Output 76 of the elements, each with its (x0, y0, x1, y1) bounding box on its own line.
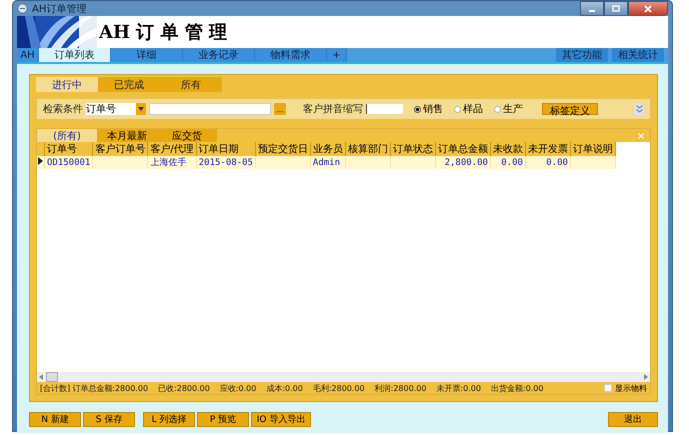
expand-button[interactable] (634, 103, 644, 115)
tab[interactable]: 本月最新 (97, 129, 157, 142)
tab[interactable]: 进行中 (36, 77, 98, 92)
search-field[interactable] (149, 103, 271, 115)
minimize-button[interactable] (580, 1, 604, 16)
caret-icon (138, 107, 144, 111)
action-button[interactable]: L 列选择 (143, 412, 195, 427)
table-cell: 2,800.00 (444, 158, 488, 168)
window-title: AH订单管理 (32, 2, 86, 16)
tab[interactable]: 订单列表 (39, 48, 111, 62)
total-value: 出货金额:0.00 (490, 382, 544, 394)
column-header[interactable]: 未开发票 (525, 142, 570, 156)
radio-option[interactable]: 样品 (454, 102, 483, 116)
left-arrow-icon (39, 374, 43, 380)
action-button[interactable]: IO 导入导出 (251, 412, 311, 427)
menu-button[interactable]: 其它功能 (556, 48, 608, 62)
action-button[interactable]: P 预览 (197, 412, 249, 427)
checkbox[interactable]: 显示物料 (604, 382, 647, 394)
total-value: 已收:2800.00 (158, 382, 210, 394)
tab[interactable]: (所有) (37, 129, 97, 142)
browse-button[interactable]: ... (274, 103, 286, 115)
tab[interactable]: AH (17, 48, 39, 62)
tab[interactable]: 物料需求 (255, 48, 327, 62)
column-header[interactable]: 业务员 (310, 142, 346, 156)
column-header[interactable]: 订单号 (44, 142, 93, 156)
maximize-button[interactable] (604, 1, 628, 16)
tag-button[interactable]: 标签定义 (542, 103, 598, 115)
totals-label: [合计数] (40, 382, 70, 394)
close-button[interactable] (628, 1, 668, 16)
close-icon[interactable] (638, 132, 644, 138)
column-header[interactable]: 核算部门 (345, 142, 390, 156)
column-header[interactable]: 未收款 (490, 142, 526, 156)
column-header[interactable]: 订单总金额 (435, 142, 490, 156)
exit-button[interactable]: 退出 (608, 412, 658, 427)
total-value: 未开票:0.00 (436, 382, 481, 394)
field-dropdown[interactable]: 订单号 (86, 103, 146, 115)
action-button[interactable]: N 新建 (29, 412, 81, 427)
table-cell: Admin (312, 158, 340, 168)
action-button[interactable]: S 保存 (83, 412, 135, 427)
scroll-thumb[interactable] (46, 372, 58, 382)
total-value: 利润:2800.00 (374, 382, 426, 394)
app-title: AH 订 单 管 理 (99, 21, 228, 44)
horizontal-scrollbar[interactable] (37, 372, 650, 382)
close-icon (644, 4, 652, 12)
right-arrow-icon (644, 374, 648, 380)
table-cell: 0.00 (546, 158, 568, 168)
app-icon (17, 3, 28, 14)
chevron-icon (636, 105, 642, 113)
menu-button[interactable]: 相关统计 (612, 48, 664, 62)
total-value: 毛利:2800.00 (312, 382, 365, 394)
pinyin-label: 客户拼音缩写 (303, 102, 363, 116)
search-label: 检索条件 (43, 102, 83, 116)
column-header[interactable]: 客户订单号 (92, 142, 148, 156)
column-header[interactable]: 订单说明 (570, 142, 616, 156)
tab[interactable]: 业务记录 (183, 48, 255, 62)
pointer-icon (38, 157, 43, 165)
column-header[interactable]: 订单日期 (196, 142, 256, 156)
tab[interactable]: 已完成 (98, 77, 160, 92)
total-value: 应收:0.00 (220, 382, 256, 394)
table-cell: 0.00 (501, 158, 523, 168)
total-value: 成本:0.00 (266, 382, 303, 394)
pinyin-field[interactable] (366, 104, 403, 114)
column-header[interactable]: 预定交货日 (255, 142, 310, 156)
radio-option[interactable]: 销售 (414, 102, 443, 116)
table-cell: OD150001 (47, 158, 90, 168)
tab[interactable]: + (327, 48, 347, 62)
radio-option[interactable]: 生产 (494, 102, 523, 116)
table-cell: 2015-08-05 (198, 158, 253, 168)
tab[interactable]: 应交货 (157, 129, 217, 142)
column-header[interactable]: 订单状态 (390, 142, 436, 156)
column-header[interactable]: 客户/代理 (148, 142, 196, 156)
tab[interactable]: 所有 (160, 77, 222, 92)
table-cell: 上海佐手 (150, 158, 186, 168)
total-value: 订单总金额:2800.00 (72, 382, 148, 394)
maximize-icon (612, 5, 620, 12)
tab[interactable]: 详细 (111, 48, 183, 62)
